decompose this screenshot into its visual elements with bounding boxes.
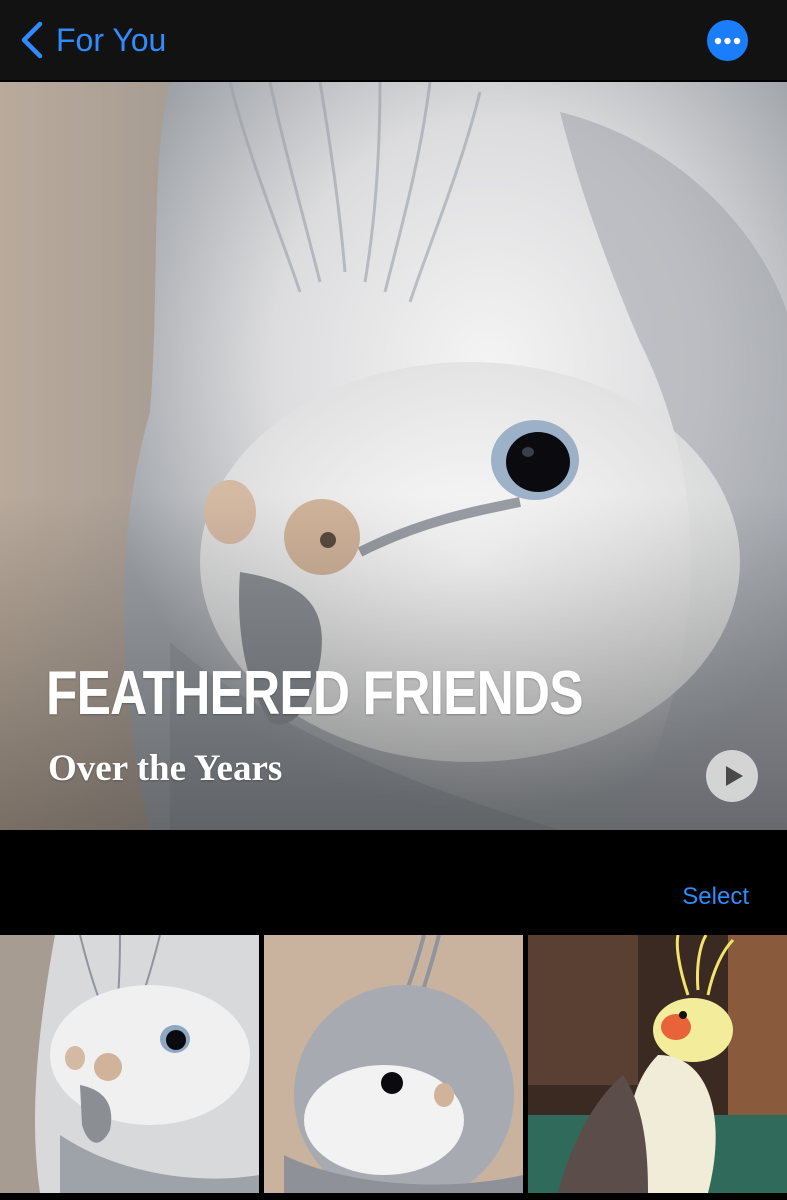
back-button[interactable]: For You xyxy=(18,18,166,62)
photo-grid xyxy=(0,935,787,1200)
chevron-left-icon xyxy=(21,21,43,59)
memory-subtitle: Over the Years xyxy=(48,748,283,789)
back-button-label: For You xyxy=(56,22,167,58)
cockatiel-face-photo xyxy=(264,935,523,1193)
cockatiel-closeup-photo xyxy=(0,935,259,1193)
play-icon xyxy=(726,766,743,786)
photo-thumbnail[interactable] xyxy=(264,935,523,1193)
more-options-button[interactable] xyxy=(707,20,748,61)
ellipsis-icon xyxy=(714,37,741,44)
select-button[interactable]: Select xyxy=(682,880,749,914)
memory-hero[interactable]: FEATHERED FRIENDS Over the Years xyxy=(0,82,787,830)
memory-title: FEATHERED FRIENDS xyxy=(46,659,584,728)
photo-thumbnail[interactable] xyxy=(528,935,787,1193)
photo-thumbnail[interactable] xyxy=(0,935,259,1193)
yellow-cockatiel-photo xyxy=(528,935,787,1193)
navigation-bar: For You xyxy=(0,0,787,80)
play-memory-button[interactable] xyxy=(706,750,758,802)
